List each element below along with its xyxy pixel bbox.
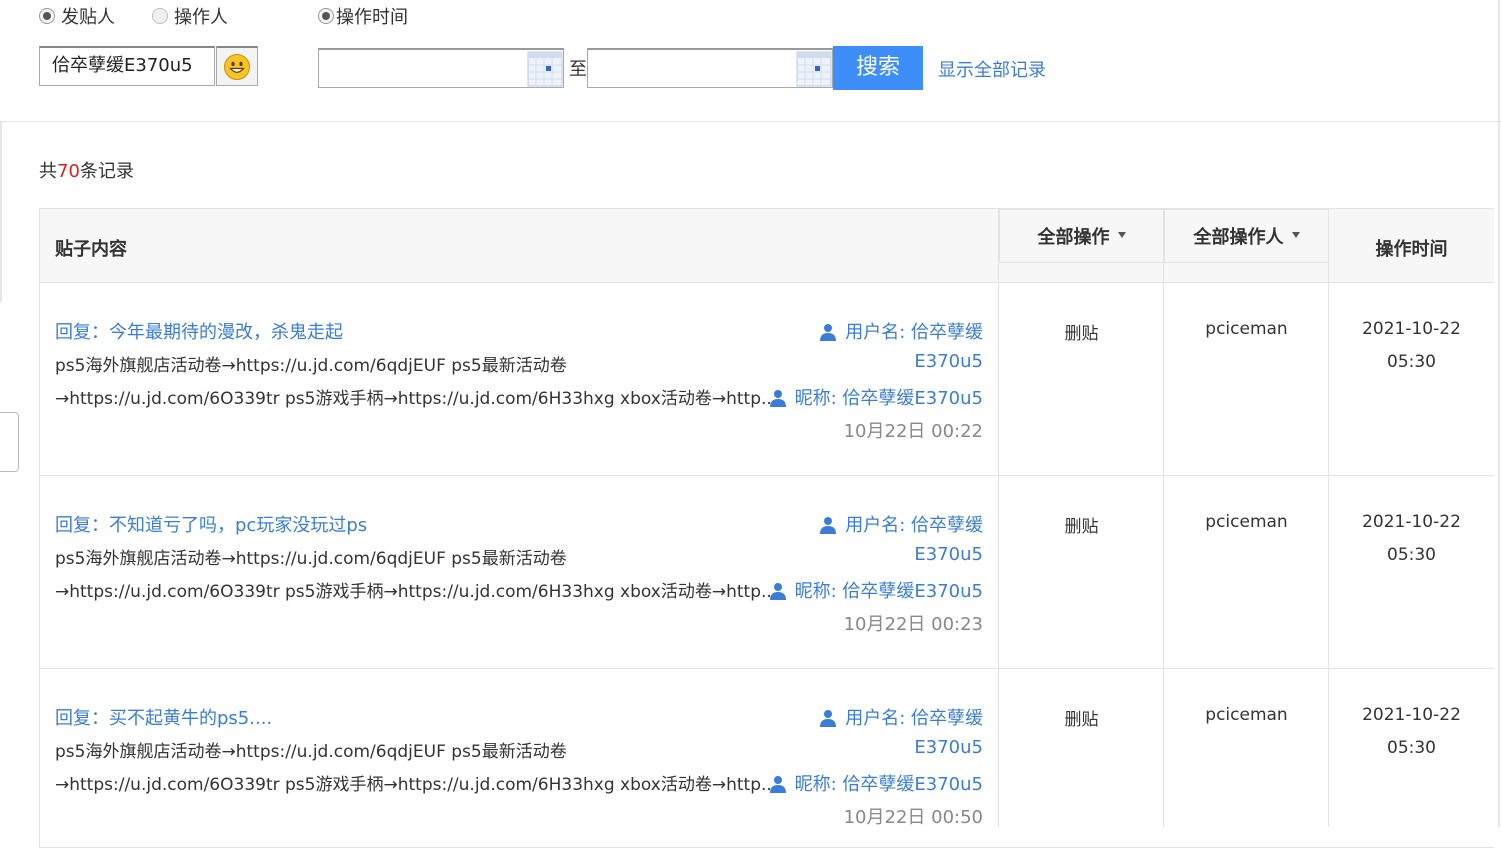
calendar-icon[interactable]	[796, 50, 832, 88]
post-content-line: →https://u.jd.com/6O339tr ps5游戏手柄→https:…	[55, 582, 778, 602]
operation-cell: 删贴	[1064, 324, 1099, 344]
post-content-line: ps5海外旗舰店活动卷→https://u.jd.com/6qdjEUF ps5…	[55, 549, 567, 569]
nickname-link[interactable]: 昵称: 佮卒孽缓E370u5	[769, 577, 983, 603]
radio-operator[interactable]: 操作人	[152, 3, 228, 29]
header-operator-label: 全部操作人	[1193, 227, 1284, 248]
op-time-cell: 05:30	[1387, 352, 1436, 372]
header-operation-filter[interactable]: 全部操作	[999, 209, 1164, 263]
radio-poster-label: 发贴人	[61, 7, 115, 28]
dropdown-arrow-icon	[1117, 232, 1126, 238]
post-title-link[interactable]: 回复：今年最期待的漫改，杀鬼走起	[55, 318, 343, 344]
username-text: 用户名: 佮卒孽缓	[845, 515, 983, 536]
nickname-text: 昵称: 佮卒孽缓E370u5	[794, 581, 983, 602]
calendar-icon[interactable]	[527, 50, 563, 88]
date-to-input[interactable]	[587, 48, 833, 88]
user-icon	[820, 324, 837, 341]
header-operator-filter[interactable]: 全部操作人	[1164, 209, 1329, 263]
op-time-cell: 05:30	[1387, 545, 1436, 565]
radio-operator-dot[interactable]	[152, 8, 168, 24]
operation-cell: 删贴	[1064, 517, 1099, 537]
radio-operator-label: 操作人	[174, 7, 228, 28]
header-post-content: 贴子内容	[55, 239, 127, 260]
operator-cell: pciceman	[1205, 705, 1288, 725]
post-content-line: ps5海外旗舰店活动卷→https://u.jd.com/6qdjEUF ps5…	[55, 742, 567, 762]
post-title-link[interactable]: 回复：不知道亏了吗，pc玩家没玩过ps	[55, 511, 367, 537]
nickname-link[interactable]: 昵称: 佮卒孽缓E370u5	[769, 384, 983, 410]
op-date-cell: 2021-10-22	[1362, 512, 1461, 532]
op-date-cell: 2021-10-22	[1362, 705, 1461, 725]
username-continued[interactable]: E370u5	[914, 544, 983, 565]
row-divider	[40, 668, 1494, 669]
post-time: 10月22日 00:23	[843, 614, 983, 635]
username-link[interactable]: 用户名: 佮卒孽缓	[819, 511, 983, 537]
nickname-text: 昵称: 佮卒孽缓E370u5	[794, 388, 983, 409]
user-icon	[820, 517, 837, 534]
username-continued[interactable]: E370u5	[914, 737, 983, 758]
username-text: 用户名: 佮卒孽缓	[845, 322, 983, 343]
smiley-icon	[224, 53, 250, 80]
post-content-line: →https://u.jd.com/6O339tr ps5游戏手柄→https:…	[55, 389, 778, 409]
page-right-border	[1498, 0, 1500, 827]
username-continued[interactable]: E370u5	[914, 351, 983, 372]
date-from-input[interactable]	[318, 48, 564, 88]
username-link[interactable]: 用户名: 佮卒孽缓	[819, 704, 983, 730]
operation-cell: 删贴	[1064, 710, 1099, 730]
record-count: 共70条记录	[39, 157, 134, 183]
poster-name-input[interactable]: 佮卒孽缓E370u5	[39, 46, 215, 86]
header-operation-label: 全部操作	[1037, 227, 1110, 248]
emoji-button[interactable]	[216, 46, 258, 86]
nickname-text: 昵称: 佮卒孽缓E370u5	[794, 774, 983, 795]
post-time: 10月22日 00:50	[843, 807, 983, 828]
op-time-cell: 05:30	[1387, 738, 1436, 758]
radio-op-time-label: 操作时间	[336, 7, 408, 28]
filter-divider	[0, 121, 1502, 122]
search-button[interactable]: 搜索	[833, 46, 923, 90]
dropdown-arrow-icon	[1291, 232, 1300, 238]
row-divider	[40, 475, 1494, 476]
username-link[interactable]: 用户名: 佮卒孽缓	[819, 318, 983, 344]
radio-op-time[interactable]: 操作时间	[318, 3, 408, 29]
username-text: 用户名: 佮卒孽缓	[845, 708, 983, 729]
record-count-prefix: 共	[39, 161, 57, 182]
radio-poster-dot[interactable]	[39, 8, 55, 24]
radio-poster[interactable]: 发贴人	[39, 3, 115, 29]
post-content-line: ps5海外旗舰店活动卷→https://u.jd.com/6qdjEUF ps5…	[55, 356, 567, 376]
side-collapse-tab[interactable]	[0, 412, 19, 472]
post-time: 10月22日 00:22	[843, 421, 983, 442]
user-icon	[769, 583, 786, 600]
user-icon	[769, 776, 786, 793]
nickname-link[interactable]: 昵称: 佮卒孽缓E370u5	[769, 770, 983, 796]
user-icon	[769, 390, 786, 407]
operator-cell: pciceman	[1205, 319, 1288, 339]
post-title-link[interactable]: 回复：买不起黄牛的ps5....	[55, 704, 272, 730]
operator-cell: pciceman	[1205, 512, 1288, 532]
header-op-time: 操作时间	[1375, 239, 1448, 260]
post-content-line: →https://u.jd.com/6O339tr ps5游戏手柄→https:…	[55, 775, 778, 795]
user-icon	[820, 710, 837, 727]
record-count-suffix: 条记录	[79, 161, 134, 182]
op-date-cell: 2021-10-22	[1362, 319, 1461, 339]
to-label: 至	[569, 59, 587, 80]
page-left-border	[0, 122, 2, 302]
record-count-number: 70	[57, 161, 80, 182]
radio-op-time-dot[interactable]	[318, 8, 334, 24]
show-all-records-link[interactable]: 显示全部记录	[938, 56, 1046, 82]
